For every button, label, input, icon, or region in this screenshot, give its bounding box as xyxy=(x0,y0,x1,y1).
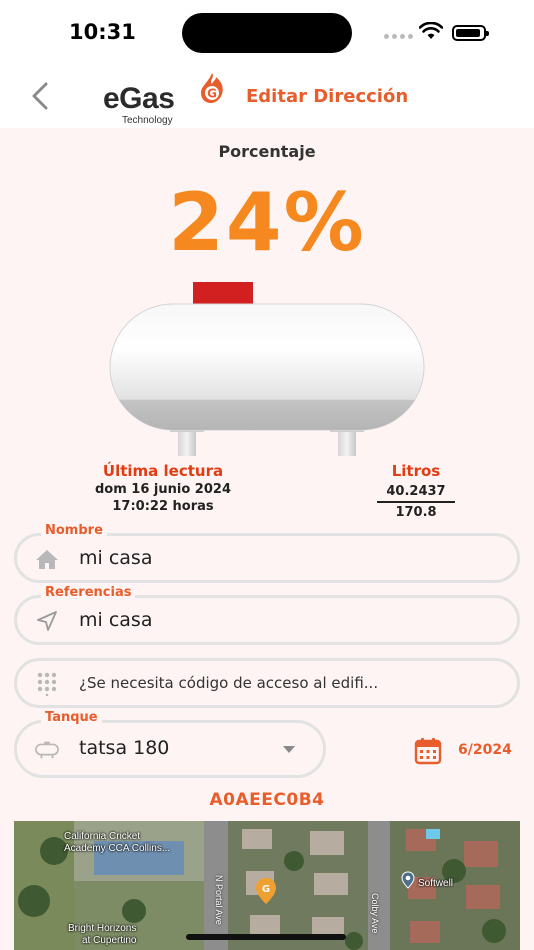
wifi-icon xyxy=(419,22,443,39)
last-reading-time: 17:0:22 horas xyxy=(112,499,214,514)
tank-valve xyxy=(193,282,253,306)
liters-current: 40.2437 xyxy=(386,484,446,499)
logo-badge: G xyxy=(207,87,217,101)
references-field: Referencias xyxy=(14,585,520,645)
marker-badge: G xyxy=(262,884,270,895)
map-label: Bright Horizons xyxy=(68,923,137,934)
chevron-left-icon xyxy=(32,82,48,110)
map-label: Academy CCA Collins... xyxy=(64,843,171,854)
home-icon xyxy=(35,547,59,571)
logo-subtitle: Technology xyxy=(122,115,173,126)
liters: Litros 40.2437 170.8 xyxy=(372,462,460,520)
tank-selected-value: tatsa 180 xyxy=(79,737,170,759)
map-label: at Cupertino xyxy=(82,935,137,946)
status-bar: 10:31 xyxy=(0,0,534,66)
logo-text: eGas xyxy=(103,82,175,115)
calendar-button[interactable] xyxy=(414,737,442,765)
home-indicator xyxy=(186,934,346,940)
back-button[interactable] xyxy=(20,76,60,116)
tank-icon xyxy=(35,738,59,762)
liters-title: Litros xyxy=(391,462,441,480)
selected-date[interactable]: 6/2024 xyxy=(458,742,512,758)
access-code-input[interactable] xyxy=(79,661,497,705)
signal-icon xyxy=(384,34,413,39)
app-header: eGas G Technology Editar Dirección xyxy=(0,66,534,128)
location-map[interactable]: California Cricket Academy CCA Collins..… xyxy=(14,821,520,950)
page-title: Editar Dirección xyxy=(246,86,409,107)
percent-value: 24% xyxy=(168,176,366,269)
flame-icon: G xyxy=(201,73,223,103)
last-reading-date: dom 16 junio 2024 xyxy=(95,482,231,497)
map-pin-icon xyxy=(401,871,415,889)
navigation-icon xyxy=(35,609,59,633)
tank-serial-code: A0AEEC0B4 xyxy=(209,790,325,810)
map-label: California Cricket xyxy=(64,831,141,842)
access-code-field xyxy=(14,658,520,708)
last-reading-title: Última lectura xyxy=(102,462,224,480)
percent-label: Porcentaje xyxy=(218,142,316,161)
chevron-down-icon xyxy=(283,746,295,753)
gas-tank-illustration xyxy=(109,282,425,456)
tank-select[interactable]: Tanque tatsa 180 xyxy=(14,710,326,778)
last-reading: Última lectura dom 16 junio 2024 17:0:22… xyxy=(60,462,266,514)
status-time: 10:31 xyxy=(69,20,136,44)
liters-capacity: 170.8 xyxy=(395,505,437,520)
references-input[interactable] xyxy=(79,598,497,642)
liters-divider xyxy=(377,501,455,503)
map-label: Softwell xyxy=(418,878,454,889)
dynamic-island xyxy=(182,13,352,53)
map-street-label: Colby Ave xyxy=(370,893,380,934)
map-street-label: N Portal Ave xyxy=(214,875,224,925)
keypad-icon xyxy=(35,672,59,696)
battery-icon xyxy=(452,25,489,41)
name-input[interactable] xyxy=(79,536,497,580)
location-marker-icon[interactable]: G xyxy=(255,877,277,905)
tank-fill-level xyxy=(110,399,424,430)
calendar-icon xyxy=(414,738,442,765)
name-field: Nombre xyxy=(14,523,520,583)
tank-legend: Tanque xyxy=(41,710,102,725)
egas-logo: eGas G Technology xyxy=(103,72,227,126)
